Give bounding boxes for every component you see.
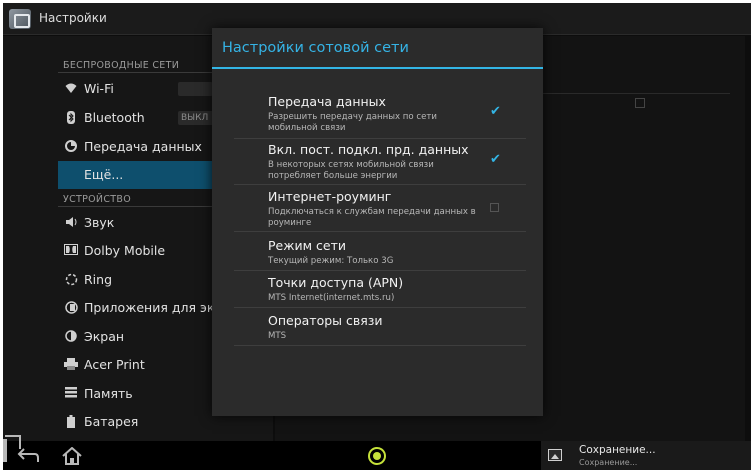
notification-subtitle: Сохранение... [579, 458, 638, 467]
dialog-title: Настройки сотовой сети [222, 40, 409, 56]
section-header-wireless: БЕСПРОВОДНЫЕ СЕТИ [63, 60, 180, 71]
sidebar-item-label: Ring [84, 272, 113, 287]
checkbox-checked[interactable] [490, 152, 502, 168]
sidebar-item-label: Передача данных [84, 139, 202, 154]
image-icon [548, 449, 562, 461]
sidebar-item-label: Bluetooth [84, 110, 145, 125]
navigation-bar: Сохранение... Сохранение... [3, 439, 751, 470]
pref-summary: MTS [268, 331, 287, 341]
divider [234, 138, 526, 139]
battery-icon [64, 415, 78, 429]
pref-data-enabled[interactable]: Передача данных Разрешить передачу данны… [234, 94, 536, 139]
pref-title: Точки доступа (APN) [268, 275, 404, 290]
notification[interactable]: Сохранение... Сохранение... [541, 441, 751, 470]
status-app-icon[interactable] [368, 447, 386, 465]
sidebar-item-label: Wi-Fi [84, 81, 114, 96]
sound-icon [64, 216, 78, 230]
pref-summary: В некоторых сетях мобильной связи потреб… [268, 160, 434, 181]
divider [234, 231, 526, 232]
apps-icon [64, 301, 78, 315]
dialog-title-divider [212, 67, 543, 69]
sidebar-item-label: Acer Print [84, 357, 145, 372]
checkbox[interactable] [635, 98, 645, 108]
settings-app-icon[interactable] [9, 9, 31, 29]
pref-summary: Текущий режим: Только 3G [268, 256, 394, 266]
pref-title: Вкл. пост. подкл. прд. данных [268, 142, 469, 157]
pref-summary: Подключаться к службам передачи данных в… [268, 207, 476, 228]
home-icon[interactable] [61, 446, 83, 469]
bluetooth-icon [64, 111, 78, 125]
pref-title: Режим сети [268, 238, 346, 253]
divider [234, 184, 526, 185]
ring-icon [64, 273, 78, 287]
section-header-device: УСТРОЙСТВО [63, 194, 131, 205]
wifi-icon [64, 82, 78, 96]
divider [234, 345, 526, 346]
pref-always-on-data[interactable]: Вкл. пост. подкл. прд. данных В некоторы… [234, 142, 536, 186]
sidebar-item-label: Экран [84, 329, 125, 344]
checkbox-checked[interactable] [490, 104, 502, 120]
pref-apn[interactable]: Точки доступа (APN) MTS Internet(interne… [234, 275, 536, 309]
pref-data-roaming[interactable]: Интернет-роуминг Подключаться к службам … [234, 189, 536, 233]
print-icon [64, 358, 78, 372]
notification-title: Сохранение... [579, 444, 656, 456]
checkbox-unchecked[interactable] [490, 203, 499, 212]
display-icon [64, 330, 78, 344]
storage-icon [64, 387, 78, 401]
pref-title: Интернет-роуминг [268, 189, 392, 204]
pref-network-operators[interactable]: Операторы связи MTS [234, 313, 536, 349]
divider [234, 270, 526, 271]
data-usage-icon [64, 140, 78, 154]
pref-network-mode[interactable]: Режим сети Текущий режим: Только 3G [234, 238, 536, 272]
sidebar-item-label: Память [84, 386, 133, 401]
sidebar-item-label: Ещё... [84, 167, 124, 182]
pref-summary: MTS Internet(internet.mts.ru) [268, 293, 395, 303]
tablet-screen: Настройки БЕСПРОВОДНЫЕ СЕТИ Wi-Fi Blueto… [3, 3, 751, 470]
mobile-network-settings-dialog: Настройки сотовой сети Передача данных Р… [212, 28, 543, 416]
app-title: Настройки [39, 11, 107, 25]
pref-title: Операторы связи [268, 313, 383, 328]
pref-title: Передача данных [268, 94, 386, 109]
recents-icon[interactable] [3, 439, 7, 462]
sidebar-item-label: Dolby Mobile [84, 243, 166, 258]
dolby-icon [64, 244, 78, 258]
divider [234, 307, 526, 308]
pref-summary: Разрешить передачу данных по сети мобиль… [268, 112, 438, 133]
wifi-toggle[interactable] [178, 82, 213, 96]
back-icon[interactable] [17, 447, 39, 467]
sidebar-item-label: Звук [84, 215, 115, 230]
sidebar-item-label: Батарея [84, 414, 139, 429]
